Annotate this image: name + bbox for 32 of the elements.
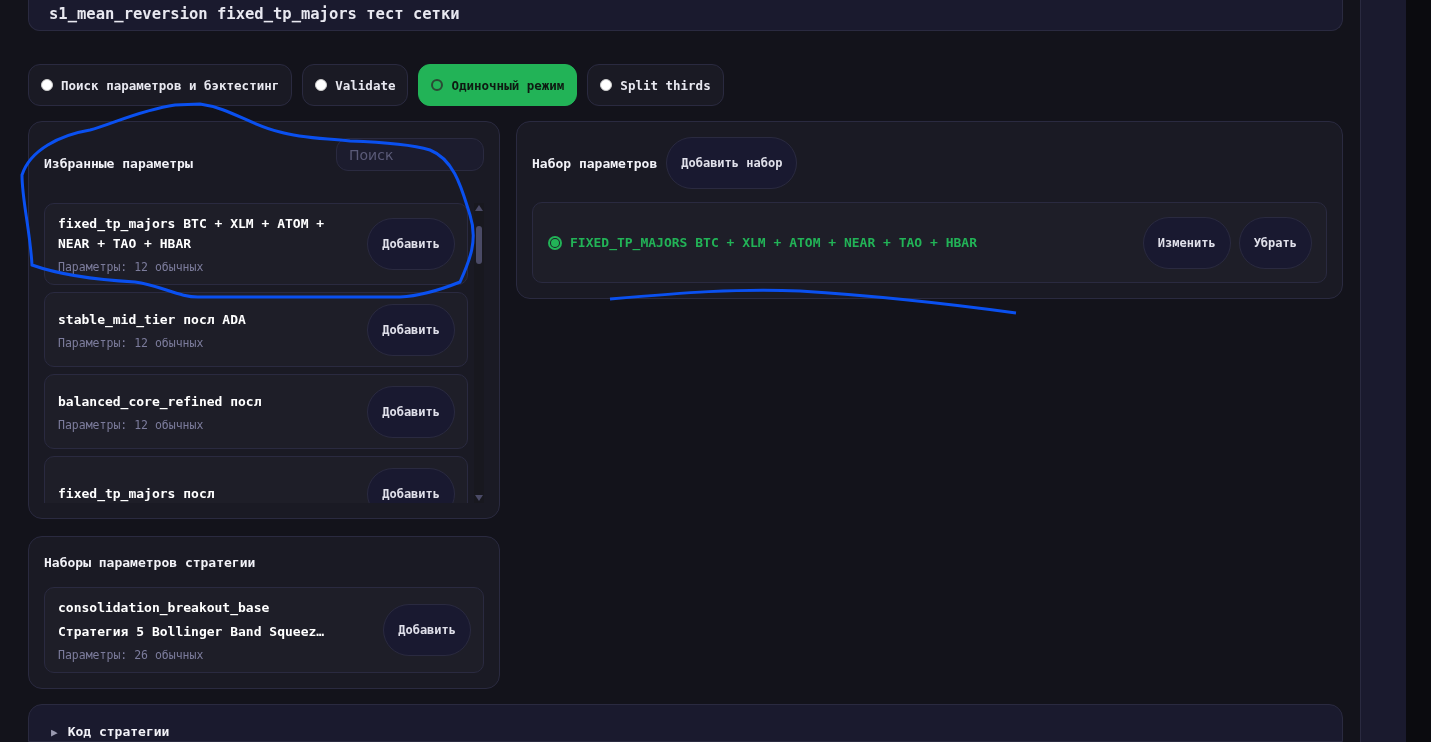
item-meta: Параметры: 26 обычных: [58, 648, 205, 663]
add-button[interactable]: Добавить: [367, 385, 455, 438]
item-name: stable_mid_tier посл ADA: [58, 310, 246, 330]
mode-button[interactable]: Поиск параметров и бэктестинг: [28, 64, 293, 107]
card-title: Наборы параметров стратегии: [44, 555, 256, 571]
item-name: fixed_tp_majors посл: [58, 484, 215, 504]
add-button[interactable]: Добавить: [367, 467, 455, 504]
card-title: Набор параметров: [532, 155, 658, 171]
page-title: s1_mean_reversion fixed_tp_majors тест сетки: [28, 0, 1343, 32]
add-set-button[interactable]: Добавить набор: [666, 137, 798, 190]
remove-button[interactable]: Убрать: [1238, 216, 1312, 269]
expand-toggle[interactable]: ▶: [51, 726, 58, 739]
item-meta: Параметры: 12 обычных: [58, 260, 205, 275]
radio-button[interactable]: [548, 235, 562, 250]
add-button[interactable]: Добавить: [367, 218, 455, 271]
item-name: consolidation_breakout_base: [58, 599, 271, 618]
scrollbar[interactable]: [474, 203, 484, 504]
item-meta: Параметры: 12 обычных: [58, 335, 205, 350]
mode-button[interactable]: Одиночный режим: [418, 64, 578, 107]
search-field[interactable]: Поиск: [336, 138, 484, 172]
edit-button[interactable]: Изменить: [1142, 216, 1231, 269]
mode-button[interactable]: Split thirds: [587, 64, 724, 107]
item-name: balanced_core_refined посл: [58, 392, 262, 412]
section-title: Код стратегии: [67, 724, 170, 739]
mode-button[interactable]: Validate: [302, 64, 409, 107]
item-meta: Параметры: 12 обычных: [58, 417, 205, 432]
add-button[interactable]: Добавить: [383, 604, 471, 657]
add-button[interactable]: Добавить: [367, 303, 455, 356]
item-subtitle: Стратегия 5 Bollinger Band Squeez…: [58, 623, 325, 642]
card-title: Избранные параметры: [44, 156, 193, 172]
item-name: fixed_tp_majors BTC + XLM + ATOM + NEAR + TAO + HBAR: [58, 215, 326, 254]
set-label: FIXED_TP_MAJORS BTC + XLM + ATOM + NEAR + TAO + HBAR: [570, 235, 978, 251]
